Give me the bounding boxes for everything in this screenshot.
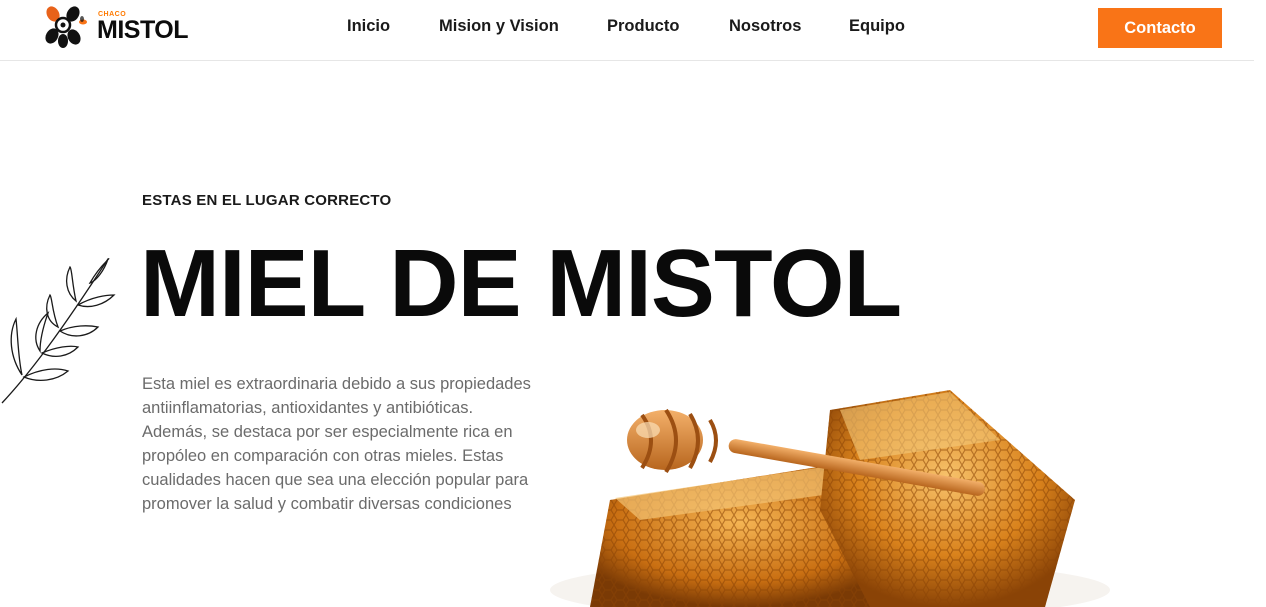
nav-link-equipo[interactable]: Equipo [849, 17, 905, 36]
contact-button[interactable]: Contacto [1098, 8, 1222, 48]
hero-eyebrow: ESTAS EN EL LUGAR CORRECTO [142, 192, 392, 209]
nav-link-nosotros[interactable]: Nosotros [729, 17, 801, 36]
nav-link-inicio[interactable]: Inicio [347, 17, 390, 36]
nav-link-producto[interactable]: Producto [607, 17, 679, 36]
site-logo[interactable]: CHACO MISTOL [43, 4, 193, 50]
leaf-sprig-icon [1, 258, 116, 404]
honeycomb-with-dipper-image [550, 390, 1110, 607]
nav-link-mision-vision[interactable]: Mision y Vision [439, 17, 559, 36]
site-header: CHACO MISTOL Inicio Mision y Vision Prod… [0, 0, 1254, 61]
hero-description: Esta miel es extraordinaria debido a sus… [142, 375, 531, 513]
logo-brand-text: MISTOL [97, 16, 188, 44]
bee-flower-icon [45, 6, 87, 48]
hero-title: MIEL DE MISTOL [140, 230, 902, 337]
